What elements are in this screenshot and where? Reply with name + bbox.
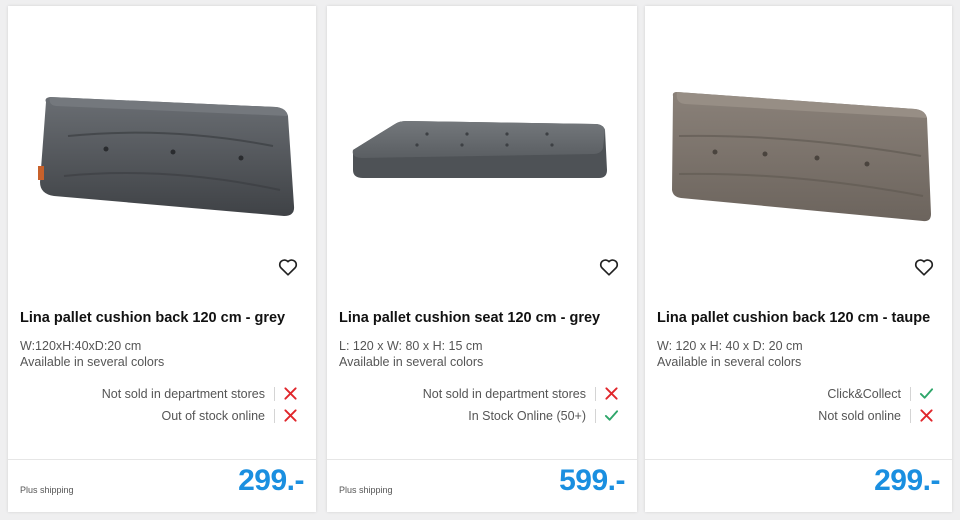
availability-row: Out of stock online: [161, 408, 298, 423]
product-image[interactable]: [645, 6, 952, 246]
divider: [8, 459, 316, 460]
shipping-note: Plus shipping: [339, 485, 393, 495]
heart-icon: [914, 259, 934, 276]
product-title[interactable]: Lina pallet cushion back 120 cm - taupe: [657, 310, 942, 326]
grey-seat-cushion-image: [352, 121, 607, 178]
separator: [910, 408, 911, 423]
product-image[interactable]: [8, 6, 316, 246]
separator: [595, 386, 596, 401]
product-card[interactable]: Lina pallet cushion back 120 cm - grey W…: [8, 6, 316, 512]
cross-icon: [284, 409, 297, 422]
check-icon: [919, 388, 934, 399]
color-availability-note: Available in several colors: [339, 355, 484, 369]
product-dimensions: L: 120 x W: 80 x H: 15 cm: [339, 339, 483, 353]
heart-icon: [599, 259, 619, 276]
separator: [274, 408, 275, 423]
wishlist-button[interactable]: [913, 256, 935, 278]
availability-label: Out of stock online: [161, 408, 265, 423]
product-title[interactable]: Lina pallet cushion back 120 cm - grey: [20, 310, 306, 326]
cross-icon: [605, 387, 618, 400]
availability-label: Not sold in department stores: [422, 386, 586, 401]
product-price: 599.-: [559, 464, 625, 497]
color-availability-note: Available in several colors: [20, 355, 165, 369]
product-price: 299.-: [238, 464, 304, 497]
shipping-note: Plus shipping: [20, 485, 74, 495]
check-icon: [604, 410, 619, 421]
product-dimensions: W:120xH:40xD:20 cm: [20, 339, 142, 353]
product-card[interactable]: Lina pallet cushion seat 120 cm - grey L…: [327, 6, 637, 512]
cross-icon: [920, 409, 933, 422]
grey-back-cushion-image: [38, 97, 295, 216]
color-availability-note: Available in several colors: [657, 355, 802, 369]
heart-icon: [278, 259, 298, 276]
cross-icon: [284, 387, 297, 400]
product-card[interactable]: Lina pallet cushion back 120 cm - taupe …: [645, 6, 952, 512]
separator: [910, 386, 911, 401]
product-image[interactable]: [327, 6, 637, 246]
wishlist-button[interactable]: [598, 256, 620, 278]
divider: [327, 459, 637, 460]
taupe-back-cushion-image: [672, 92, 931, 222]
availability-row: Not sold online: [818, 408, 934, 423]
availability-row: In Stock Online (50+): [468, 408, 619, 423]
product-price: 299.-: [874, 464, 940, 497]
separator: [595, 408, 596, 423]
product-dimensions: W: 120 x H: 40 x D: 20 cm: [657, 339, 803, 353]
product-title[interactable]: Lina pallet cushion seat 120 cm - grey: [339, 310, 627, 326]
availability-label: In Stock Online (50+): [468, 408, 586, 423]
availability-label: Not sold in department stores: [101, 386, 265, 401]
availability-row: Not sold in department stores: [102, 386, 298, 401]
divider: [645, 459, 952, 460]
availability-row: Click&Collect: [827, 386, 934, 401]
wishlist-button[interactable]: [277, 256, 299, 278]
separator: [274, 386, 275, 401]
availability-label: Click&Collect: [827, 386, 901, 401]
availability-label: Not sold online: [818, 408, 901, 423]
availability-row: Not sold in department stores: [423, 386, 619, 401]
